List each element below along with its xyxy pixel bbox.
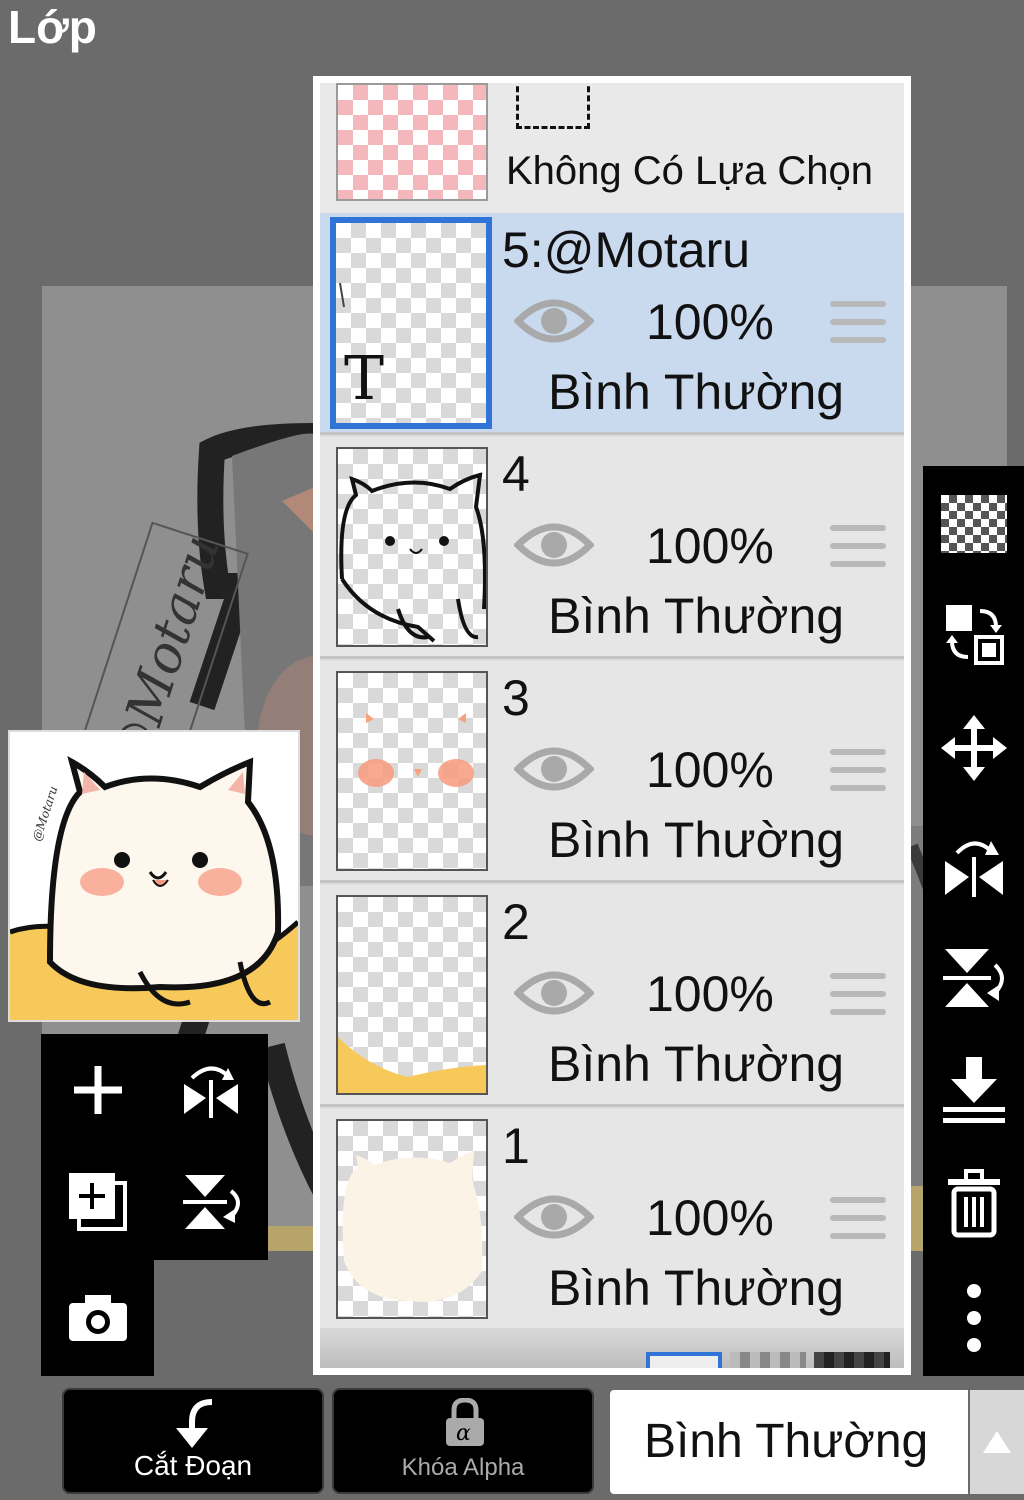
layer-row[interactable]: 1 100% Bình Thường <box>320 1109 904 1331</box>
layer-opacity[interactable]: 100% <box>646 517 774 575</box>
layer-blend-mode: Bình Thường <box>548 364 845 420</box>
layer-thumbnail <box>336 447 488 647</box>
drag-handle-icon[interactable] <box>830 1197 886 1241</box>
clip-arrow-icon <box>176 1399 213 1448</box>
lock-icon: α <box>446 1398 484 1446</box>
bg-swatch-dark[interactable] <box>814 1352 890 1368</box>
drag-handle-icon[interactable] <box>830 301 886 345</box>
layer-thumbnail <box>336 895 488 1095</box>
layer-row[interactable]: 3 100% Bình Thường <box>320 661 904 883</box>
layer-opacity[interactable]: 100% <box>646 741 774 799</box>
preview-watermark: @Motaru <box>30 784 61 842</box>
chevron-up-icon <box>983 1431 1011 1453</box>
blend-mode-dropdown-button[interactable] <box>970 1390 1024 1494</box>
alpha-lock-button[interactable]: α Khóa Alpha <box>332 1388 594 1494</box>
clipping-label: Cắt Đoạn <box>133 1450 253 1481</box>
flip-horizontal-button[interactable] <box>923 816 1024 916</box>
layer-opacity[interactable]: 100% <box>646 1189 774 1247</box>
duplicate-layer-button[interactable] <box>41 1146 154 1258</box>
visibility-eye-icon[interactable] <box>514 1191 594 1243</box>
flip-horizontal-icon <box>184 1066 238 1118</box>
layer-name: 5:@Motaru <box>502 222 751 278</box>
delete-layer-button[interactable] <box>923 1154 1024 1254</box>
layer-row[interactable]: T 5:@Motaru 100% Bình Thường <box>320 213 904 435</box>
layer-name: 3 <box>502 670 530 726</box>
flip-vertical-button[interactable] <box>154 1146 268 1258</box>
flip-horizontal-icon <box>944 841 1003 897</box>
layer-name: 4 <box>502 446 530 502</box>
selection-label: Không Có Lựa Chọn <box>506 149 874 193</box>
visibility-eye-icon[interactable] <box>514 967 594 1019</box>
add-layer-icon <box>73 1066 122 1114</box>
camera-button[interactable] <box>41 1262 154 1374</box>
visibility-eye-icon[interactable] <box>514 743 594 795</box>
blend-mode-value: Bình Thường <box>644 1415 929 1468</box>
selection-icon <box>516 83 590 129</box>
transparent-bg-button[interactable] <box>923 474 1024 574</box>
layer-opacity[interactable]: 100% <box>646 293 774 351</box>
layer-name: 2 <box>502 894 530 950</box>
layer-thumbnail: T <box>330 217 492 429</box>
drag-handle-icon[interactable] <box>830 525 886 569</box>
merge-down-icon <box>942 1057 1005 1123</box>
selection-thumbnail <box>336 83 488 201</box>
flip-horizontal-button[interactable] <box>154 1034 268 1146</box>
panel-scroll-footer <box>320 1328 904 1368</box>
layer-blend-mode: Bình Thường <box>548 1036 845 1092</box>
svg-text:T: T <box>344 344 384 414</box>
more-icon <box>966 1284 981 1352</box>
layer-opacity[interactable]: 100% <box>646 965 774 1023</box>
visibility-eye-icon[interactable] <box>514 295 594 347</box>
bg-swatch-checker[interactable] <box>730 1352 806 1368</box>
svg-text:α: α <box>456 1421 471 1446</box>
flip-vertical-icon <box>183 1175 240 1229</box>
merge-down-button[interactable] <box>923 1040 1024 1140</box>
layer-blend-mode: Bình Thường <box>548 812 845 868</box>
selection-row[interactable]: Không Có Lựa Chọn <box>320 83 904 213</box>
layer-name: 1 <box>502 1118 530 1174</box>
bg-swatch-white[interactable] <box>646 1352 722 1368</box>
layer-row[interactable]: 4 100% Bình Thường <box>320 437 904 659</box>
blend-mode-select[interactable]: Bình Thường <box>610 1390 968 1494</box>
layer-row[interactable]: 2 100% Bình Thường <box>320 885 904 1107</box>
clipping-button[interactable]: Cắt Đoạn <box>62 1388 324 1494</box>
alpha-lock-label: Khóa Alpha <box>401 1454 525 1481</box>
layer-thumbnail <box>336 1119 488 1319</box>
flip-vertical-button[interactable] <box>923 928 1024 1028</box>
canvas-preview: @Motaru <box>8 730 300 1022</box>
right-toolbar <box>923 466 1024 1376</box>
screen-title: Lớp <box>8 1 97 53</box>
duplicate-layer-icon <box>68 1173 127 1231</box>
more-options-button[interactable] <box>923 1268 1024 1368</box>
layer-blend-mode: Bình Thường <box>548 588 845 644</box>
layer-blend-mode: Bình Thường <box>548 1260 845 1316</box>
drag-handle-icon[interactable] <box>830 973 886 1017</box>
trash-icon <box>947 1169 1000 1238</box>
layer-thumbnail <box>336 671 488 871</box>
layer-panel: Không Có Lựa Chọn T 5:@Motaru 100% Bình … <box>313 76 911 1375</box>
drag-handle-icon[interactable] <box>830 749 886 793</box>
move-button[interactable] <box>923 698 1024 798</box>
visibility-eye-icon[interactable] <box>514 519 594 571</box>
add-layer-button[interactable] <box>41 1034 154 1146</box>
flip-vertical-icon <box>942 949 1004 1007</box>
transparent-bg-icon <box>940 495 1007 553</box>
move-icon <box>940 715 1007 781</box>
swap-layers-button[interactable] <box>923 584 1024 684</box>
camera-icon <box>68 1295 127 1341</box>
swap-layers-icon <box>945 605 1004 665</box>
